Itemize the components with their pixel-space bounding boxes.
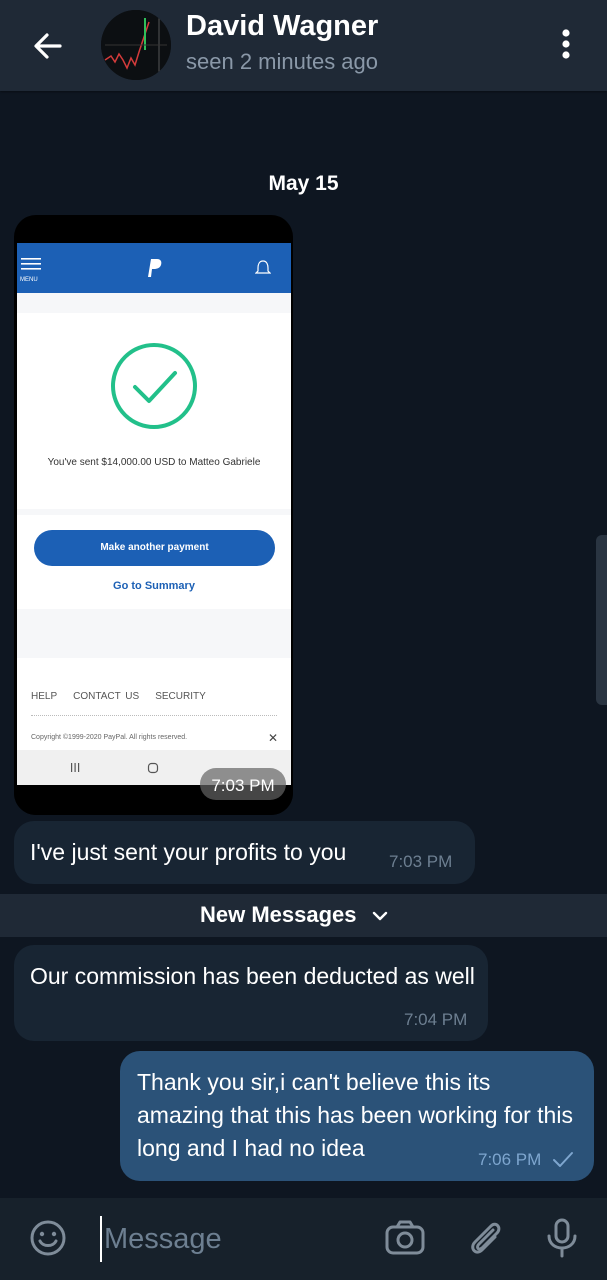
close-icon: ✕	[268, 731, 279, 745]
photo-time: 7:03 PM	[200, 768, 286, 800]
make-another-payment-button: Make another payment	[34, 530, 275, 566]
message-text: I've just sent your profits to you	[30, 839, 347, 865]
footer-divider	[31, 715, 277, 716]
message-bubble-incoming[interactable]: Our commission has been deducted as well…	[14, 945, 488, 1041]
message-time: 7:03 PM	[389, 852, 453, 871]
emoji-icon[interactable]	[26, 1216, 70, 1260]
bell-icon	[255, 260, 271, 274]
sent-check-icon	[553, 1152, 573, 1167]
contact-status: seen 2 minutes ago	[186, 49, 379, 74]
attach-icon[interactable]	[463, 1216, 507, 1260]
help-link: HELP	[31, 691, 58, 702]
message-input[interactable]	[100, 1216, 376, 1262]
hamburger-icon	[21, 258, 41, 270]
recents-icon	[71, 763, 80, 772]
paypal-screenshot: MENU You've sent $14,000.00 USD to Matte…	[17, 243, 291, 785]
new-messages-label: New Messages	[200, 902, 357, 927]
more-vert-icon[interactable]	[552, 26, 580, 62]
paypal-footer-links: HELP CONTACT US SECURITY	[31, 691, 222, 702]
back-arrow-icon[interactable]	[28, 26, 68, 66]
chat-header: David Wagner seen 2 minutes ago	[0, 0, 607, 91]
message-time: 7:06 PM	[478, 1150, 542, 1169]
copyright-text: Copyright ©1999-2020 PayPal. All rights …	[31, 734, 188, 741]
paypal-confirmation-panel	[17, 313, 291, 509]
message-bubble-incoming[interactable]: I've just sent your profits to you 7:03 …	[14, 821, 475, 884]
contact-avatar[interactable]	[101, 10, 171, 80]
chart-avatar-icon	[101, 10, 171, 80]
contact-name[interactable]: David Wagner	[186, 10, 378, 43]
security-link: SECURITY	[155, 691, 206, 702]
date-chip: May 15	[268, 172, 339, 195]
new-messages-divider[interactable]: New Messages	[0, 894, 607, 937]
camera-icon[interactable]	[383, 1216, 427, 1260]
success-check-icon	[111, 343, 197, 429]
scroll-handle[interactable]	[596, 535, 607, 705]
message-bubble-outgoing[interactable]: Thank you sir,i can't believe this its a…	[120, 1051, 594, 1181]
message-text: Our commission has been deducted as well	[30, 963, 475, 989]
go-to-summary-link: Go to Summary	[113, 580, 195, 592]
paypal-logo-icon	[148, 259, 162, 277]
paypal-header-bar: MENU	[17, 243, 291, 293]
contact-us-link: CONTACT US	[73, 691, 140, 702]
chevron-down-icon	[372, 911, 388, 921]
home-icon	[147, 762, 159, 774]
mic-icon[interactable]	[540, 1216, 584, 1260]
menu-label: MENU	[20, 277, 38, 283]
photo-message[interactable]: MENU You've sent $14,000.00 USD to Matte…	[14, 215, 293, 815]
message-composer	[0, 1198, 607, 1280]
payment-sent-text: You've sent $14,000.00 USD to Matteo Gab…	[47, 457, 261, 468]
message-time: 7:04 PM	[404, 1010, 468, 1029]
